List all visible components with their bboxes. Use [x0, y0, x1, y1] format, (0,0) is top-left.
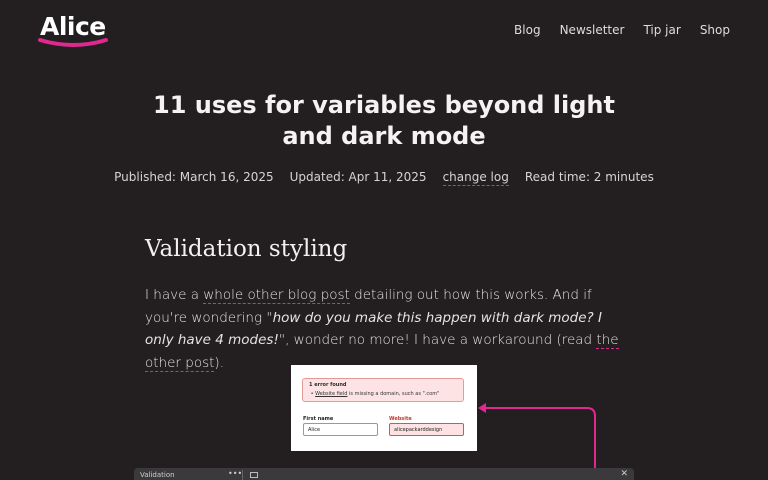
logo-swoosh-icon	[38, 38, 108, 47]
validation-screenshot: 1 error found • Website field is missing…	[291, 365, 477, 451]
page: Alice Blog Newsletter Tip jar Shop 11 us…	[0, 0, 768, 480]
para-text-3: ", wonder no more! I have a workaround (…	[278, 332, 597, 348]
website-field: alicepackarddesign	[389, 423, 464, 436]
published-date: Published: March 16, 2025	[114, 170, 274, 184]
article-title: 11 uses for variables beyond light and d…	[153, 91, 615, 150]
nav-blog[interactable]: Blog	[514, 23, 541, 37]
more-options-icon[interactable]: •••	[228, 469, 242, 478]
blog-post-link[interactable]: whole other blog post	[203, 287, 350, 304]
changelog-link[interactable]: change log	[442, 170, 509, 186]
website-label: Website	[389, 416, 412, 422]
updated-date: Updated: Apr 11, 2025	[289, 170, 427, 184]
devtools-tab-label[interactable]: Validation	[140, 471, 175, 479]
error-field-link: Website field	[315, 391, 348, 397]
error-summary: 1 error found • Website field is missing…	[302, 378, 464, 402]
main-nav: Blog Newsletter Tip jar Shop	[514, 23, 730, 37]
error-message: is missing a domain, such as ".com"	[347, 391, 440, 397]
error-item: • Website field is missing a domain, suc…	[309, 391, 440, 397]
para-text-4: ).	[214, 354, 224, 371]
bar-divider	[242, 470, 243, 480]
section-heading: Validation styling	[145, 236, 348, 262]
read-time: Read time: 2 minutes	[524, 170, 654, 184]
nav-shop[interactable]: Shop	[700, 23, 730, 37]
first-name-field: Alice	[303, 423, 378, 436]
article-meta: Published: March 16, 2025 Updated: Apr 1…	[0, 170, 768, 186]
error-title: 1 error found	[309, 382, 347, 388]
close-icon[interactable]: ✕	[620, 469, 628, 479]
para-text-1: I have a	[145, 287, 204, 303]
panel-icon[interactable]	[250, 472, 258, 478]
devtools-bar: Validation ••• ✕	[134, 468, 634, 480]
nav-newsletter[interactable]: Newsletter	[560, 23, 625, 37]
first-name-label: First name	[303, 416, 334, 422]
site-logo[interactable]: Alice	[38, 12, 110, 50]
nav-tip-jar[interactable]: Tip jar	[643, 23, 680, 37]
body-paragraph: I have a whole other blog post detailing…	[145, 284, 625, 374]
